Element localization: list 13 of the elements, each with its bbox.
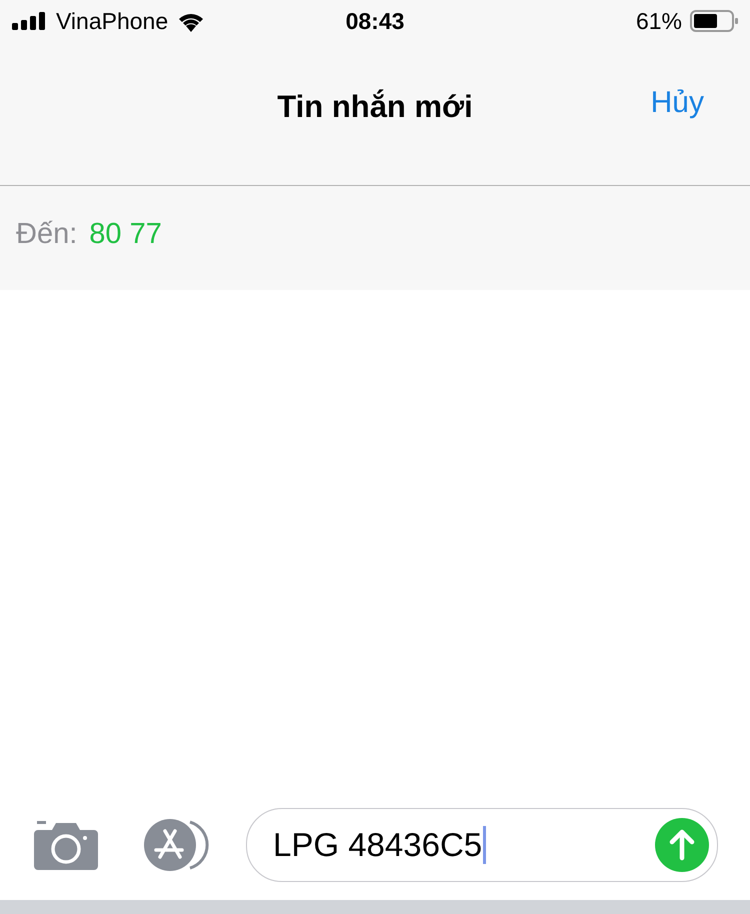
recipient-label: Đến: <box>16 218 78 250</box>
recipient-number[interactable]: 80 77 <box>89 218 162 250</box>
clock-time: 08:43 <box>346 8 404 34</box>
cancel-button[interactable]: Hủy <box>650 86 704 120</box>
message-field[interactable]: LPG 48436C5 <box>246 808 718 882</box>
send-button[interactable] <box>655 818 709 872</box>
signal-icon <box>12 12 48 30</box>
carrier-name: VinaPhone <box>56 8 168 34</box>
text-cursor <box>483 826 486 864</box>
battery-percent: 61% <box>636 8 682 34</box>
battery-icon <box>690 10 738 32</box>
camera-icon[interactable] <box>34 820 98 870</box>
screen-title: Tin nhắn mới <box>277 88 473 124</box>
